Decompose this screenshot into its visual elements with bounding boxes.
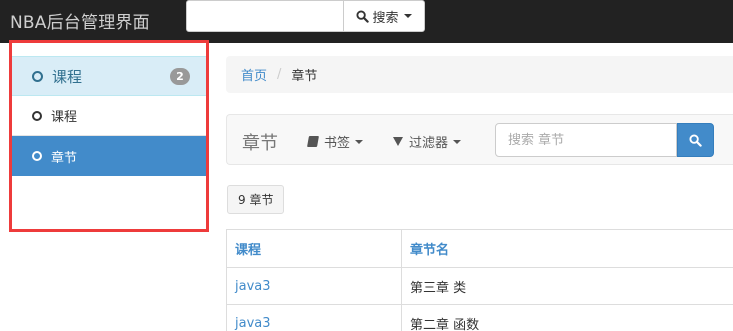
table-row: java3 第二章 函数 bbox=[227, 305, 733, 331]
circle-icon bbox=[32, 70, 43, 82]
sidebar-item-label: 课程 bbox=[51, 110, 78, 125]
chevron-down-icon bbox=[403, 14, 412, 18]
table-row: java3 第三章 类 bbox=[227, 268, 733, 305]
filter-icon bbox=[393, 137, 403, 146]
sidebar: 课程 2 课程 章节 bbox=[12, 56, 206, 176]
result-count-label: 章节 bbox=[249, 193, 274, 207]
chapter-search-input[interactable] bbox=[495, 123, 677, 157]
bookmarks-label: 书签 bbox=[324, 136, 351, 151]
book-icon bbox=[307, 136, 319, 147]
circle-icon bbox=[32, 151, 42, 161]
table-cell-course: java3 bbox=[227, 268, 402, 304]
filters-dropdown[interactable]: 过滤器 bbox=[393, 132, 462, 151]
breadcrumb-current: 章节 bbox=[291, 69, 318, 84]
top-navbar: NBA后台管理界面 搜索 bbox=[0, 0, 733, 43]
chapters-table: 课程 章节名 java3 第三章 类 java3 第二章 函数 bbox=[226, 229, 733, 331]
sidebar-item-chapters[interactable]: 章节 bbox=[12, 136, 206, 176]
result-count-value: 9 bbox=[238, 192, 246, 207]
filters-label: 过滤器 bbox=[409, 136, 449, 151]
sidebar-header-courses[interactable]: 课程 2 bbox=[12, 56, 206, 96]
navbar-search-input[interactable] bbox=[186, 0, 344, 32]
page-title: 章节 bbox=[242, 133, 278, 154]
chapter-search-button[interactable] bbox=[677, 123, 714, 157]
sidebar-header-label: 课程 bbox=[52, 67, 83, 86]
table-cell-chapter: 第三章 类 bbox=[410, 280, 467, 296]
result-count: 9 章节 bbox=[227, 185, 285, 214]
count-badge: 2 bbox=[170, 68, 190, 85]
circle-icon bbox=[32, 110, 42, 121]
breadcrumb-separator: / bbox=[277, 67, 282, 82]
list-toolbar: 章节 书签 过滤器 bbox=[226, 114, 733, 165]
table-cell-course: java3 bbox=[227, 305, 402, 331]
breadcrumb: 首页 / 章节 bbox=[226, 56, 733, 93]
breadcrumb-home-link[interactable]: 首页 bbox=[241, 65, 267, 84]
app-title[interactable]: NBA后台管理界面 bbox=[10, 8, 150, 33]
chevron-down-icon bbox=[355, 139, 364, 144]
navbar-search-label: 搜索 bbox=[372, 10, 399, 26]
course-link[interactable]: java3 bbox=[235, 316, 271, 331]
table-header-row: 课程 章节名 bbox=[227, 230, 733, 268]
table-cell-chapter: 第二章 函数 bbox=[410, 317, 480, 331]
navbar-search-button[interactable]: 搜索 bbox=[343, 0, 425, 32]
bookmarks-dropdown[interactable]: 书签 bbox=[307, 132, 364, 151]
sidebar-item-label: 章节 bbox=[51, 150, 78, 166]
column-header-chapter-name[interactable]: 章节名 bbox=[402, 230, 733, 267]
course-link[interactable]: java3 bbox=[235, 279, 271, 294]
search-icon bbox=[356, 9, 370, 23]
search-icon bbox=[689, 133, 702, 147]
chevron-down-icon bbox=[453, 139, 462, 144]
column-header-course[interactable]: 课程 bbox=[227, 230, 402, 267]
sidebar-item-courses[interactable]: 课程 bbox=[12, 96, 206, 136]
